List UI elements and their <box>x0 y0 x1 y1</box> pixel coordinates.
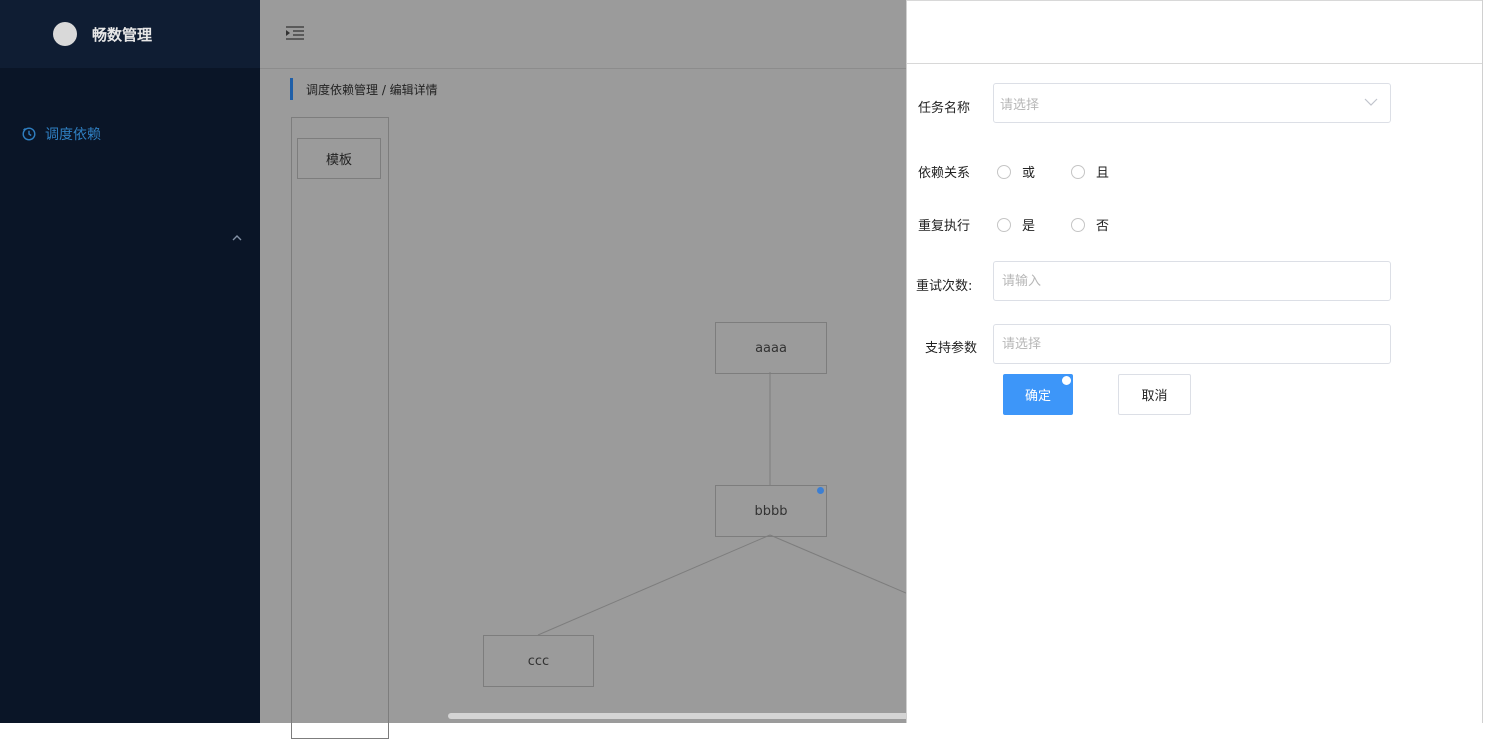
logo-bar: 畅数管理 <box>0 0 260 68</box>
main-content: 调度依赖管理 / 编辑详情 模板 aaaa bbbb ccc <box>260 0 906 739</box>
dag-node-label: aaaa <box>755 340 787 356</box>
radio-label: 是 <box>1022 219 1036 234</box>
dag-node[interactable]: aaaa <box>715 322 827 374</box>
retry-count-field[interactable] <box>993 261 1391 301</box>
confirm-button-label: 确定 <box>1024 389 1051 404</box>
edge-bbbb-right <box>769 534 906 594</box>
cancel-button-label: 取消 <box>1141 389 1168 404</box>
radio-label: 否 <box>1096 219 1110 234</box>
params-label: 支持参数 <box>925 341 978 356</box>
sidebar-item-label: 调度依赖 <box>45 127 101 143</box>
radio-circle <box>997 164 1011 179</box>
task-name-placeholder: 请选择 <box>1000 97 1040 113</box>
clock-icon <box>22 127 36 141</box>
chevron-up-icon[interactable] <box>232 230 242 244</box>
dependency-label: 依赖关系 <box>918 166 971 181</box>
radio-circle <box>1071 217 1086 232</box>
task-name-select[interactable]: 请选择 <box>993 83 1391 123</box>
radio-no[interactable]: 否 <box>1071 215 1109 234</box>
dag-node-label: ccc <box>527 653 550 669</box>
edit-drawer: 任务名称 请选择 依赖关系 或 且 重复执行 是 否 重试次数: 支持参数 <box>906 0 1483 723</box>
radio-circle <box>997 217 1011 232</box>
badge-icon <box>1062 376 1071 385</box>
edge-bbbb-ccc <box>537 534 771 636</box>
sidebar-item-schedule-dependency[interactable]: 调度依赖 <box>22 124 101 144</box>
confirm-button[interactable]: 确定 <box>1003 374 1073 415</box>
params-input[interactable] <box>1000 335 1355 353</box>
dag-node[interactable]: bbbb <box>715 485 827 537</box>
dependency-radio-group: 或 且 <box>997 162 1145 181</box>
sidebar: 畅数管理 调度依赖 <box>0 0 260 723</box>
radio-and[interactable]: 且 <box>1071 162 1109 181</box>
dag-node[interactable]: ccc <box>483 635 594 687</box>
radio-label: 或 <box>1022 166 1036 181</box>
retry-count-input[interactable] <box>1000 272 1355 290</box>
radio-or[interactable]: 或 <box>997 162 1035 181</box>
dag-node-label: bbbb <box>754 503 788 519</box>
retry-label: 重试次数: <box>916 279 973 294</box>
drawer-header <box>907 0 1482 64</box>
radio-label: 且 <box>1096 166 1110 181</box>
repeat-radio-group: 是 否 <box>997 215 1145 234</box>
app-name: 畅数管理 <box>92 25 153 44</box>
logo-icon <box>53 22 77 46</box>
radio-yes[interactable]: 是 <box>997 215 1035 234</box>
cancel-button[interactable]: 取消 <box>1118 374 1191 415</box>
repeat-label: 重复执行 <box>918 219 971 234</box>
radio-circle <box>1071 164 1086 179</box>
chevron-down-icon <box>1364 96 1378 111</box>
task-name-label: 任务名称 <box>918 101 971 116</box>
node-badge-icon <box>817 487 824 494</box>
params-field[interactable] <box>993 324 1391 364</box>
